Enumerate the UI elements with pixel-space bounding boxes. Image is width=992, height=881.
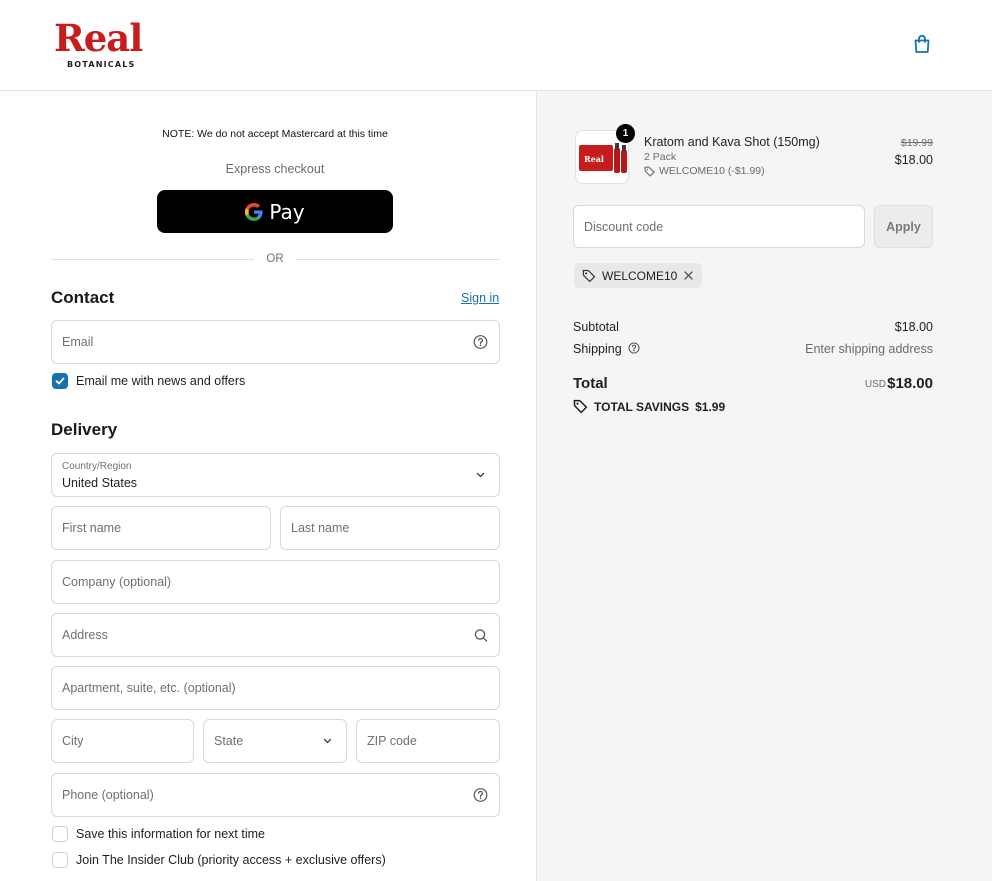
total-savings-label: TOTAL SAVINGS xyxy=(594,399,690,414)
product-variant: 2 Pack xyxy=(644,151,677,163)
search-icon xyxy=(473,628,488,643)
brand-logo-word: Real xyxy=(54,16,143,60)
first-name-input[interactable] xyxy=(52,507,270,549)
country-value: United States xyxy=(62,476,138,490)
total-savings-value: $1.99 xyxy=(695,399,726,414)
address-field[interactable] xyxy=(51,613,500,657)
express-checkout-label: Express checkout xyxy=(225,162,325,176)
zip-field[interactable] xyxy=(356,719,500,763)
shopping-bag-icon xyxy=(914,34,930,53)
brand-logo[interactable]: Real BOTANICALS xyxy=(54,16,154,72)
total-label: Total xyxy=(573,375,608,392)
last-name-input[interactable] xyxy=(281,507,499,549)
country-label: Country/Region xyxy=(62,461,132,472)
discount-code-input[interactable] xyxy=(574,206,864,247)
state-select[interactable]: State xyxy=(203,719,347,763)
thumb-logo-text: Real xyxy=(584,154,604,164)
city-input[interactable] xyxy=(52,720,193,762)
apartment-input[interactable] xyxy=(52,667,499,709)
country-select[interactable]: Country/Region United States xyxy=(51,453,500,497)
newsletter-checkbox[interactable] xyxy=(52,373,68,389)
payment-note: NOTE: We do not accept Mastercard at thi… xyxy=(162,128,388,140)
state-label: State xyxy=(214,734,244,748)
google-pay-label: Pay xyxy=(269,199,305,224)
last-name-field[interactable] xyxy=(280,506,500,550)
product-final-price: $18.00 xyxy=(894,153,933,167)
quantity-badge: 1 xyxy=(616,124,635,143)
delivery-title: Delivery xyxy=(51,420,118,439)
applied-discount-chip: WELCOME10 xyxy=(574,263,703,288)
subtotal-row: Subtotal $18.00 xyxy=(573,320,933,334)
product-discount: WELCOME10 (-$1.99) xyxy=(644,165,765,177)
company-field[interactable] xyxy=(51,560,500,604)
phone-input[interactable] xyxy=(52,774,499,816)
save-info-option[interactable]: Save this information for next time xyxy=(52,826,265,842)
order-summary-panel: Real 1 Kratom and Kava Shot (150mg) 2 Pa… xyxy=(537,91,992,881)
or-divider-label: OR xyxy=(266,253,284,265)
help-circle-icon[interactable] xyxy=(628,342,640,354)
tag-icon xyxy=(573,399,588,414)
discount-code-field[interactable] xyxy=(573,205,865,248)
product-name: Kratom and Kava Shot (150mg) xyxy=(644,135,820,149)
phone-field[interactable] xyxy=(51,773,500,817)
google-pay-button[interactable]: Pay xyxy=(157,190,393,233)
save-info-checkbox[interactable] xyxy=(52,826,68,842)
sign-in-link[interactable]: Sign in xyxy=(461,291,499,305)
checkout-form-panel: NOTE: We do not accept Mastercard at thi… xyxy=(0,91,537,881)
google-g-icon xyxy=(245,202,263,221)
divider-right xyxy=(296,259,500,260)
apply-discount-button[interactable]: Apply xyxy=(874,205,933,248)
save-info-label: Save this information for next time xyxy=(76,827,265,841)
shipping-row: Shipping Enter shipping address xyxy=(573,342,933,356)
insider-club-label: Join The Insider Club (priority access +… xyxy=(76,853,386,867)
checkmark-icon xyxy=(55,377,65,385)
remove-discount-button[interactable] xyxy=(683,270,694,281)
newsletter-option[interactable]: Email me with news and offers xyxy=(52,373,245,389)
first-name-field[interactable] xyxy=(51,506,271,550)
tag-icon xyxy=(582,269,596,282)
total-value: $18.00 xyxy=(887,375,933,392)
total-currency: USD xyxy=(864,379,886,390)
total-savings: TOTAL SAVINGS $1.99 xyxy=(573,399,725,414)
zip-input[interactable] xyxy=(357,720,499,762)
brand-logo-tagline: BOTANICALS xyxy=(67,60,136,69)
site-header: Real BOTANICALS xyxy=(0,0,992,91)
product-original-price: $19.99 xyxy=(900,137,933,149)
tag-icon xyxy=(644,166,655,177)
newsletter-label: Email me with news and offers xyxy=(76,374,246,388)
shipping-label: Shipping xyxy=(573,342,622,356)
city-field[interactable] xyxy=(51,719,194,763)
apartment-field[interactable] xyxy=(51,666,500,710)
chevron-down-icon xyxy=(473,468,488,483)
email-input[interactable] xyxy=(52,321,499,363)
subtotal-label: Subtotal xyxy=(573,320,619,334)
shipping-value: Enter shipping address xyxy=(805,342,933,356)
close-icon xyxy=(684,271,694,280)
chevron-down-icon xyxy=(320,734,335,749)
help-circle-icon[interactable] xyxy=(473,335,488,350)
product-discount-text: WELCOME10 (-$1.99) xyxy=(659,165,765,177)
applied-discount-code: WELCOME10 xyxy=(602,268,678,283)
help-circle-icon[interactable] xyxy=(473,788,488,803)
cart-button[interactable] xyxy=(908,30,936,58)
contact-title: Contact xyxy=(51,288,115,307)
address-input[interactable] xyxy=(52,614,499,656)
email-field[interactable] xyxy=(51,320,500,364)
company-input[interactable] xyxy=(52,561,499,603)
subtotal-value: $18.00 xyxy=(894,320,933,334)
divider-left xyxy=(51,259,254,260)
insider-club-option[interactable]: Join The Insider Club (priority access +… xyxy=(52,852,386,868)
insider-club-checkbox[interactable] xyxy=(52,852,68,868)
